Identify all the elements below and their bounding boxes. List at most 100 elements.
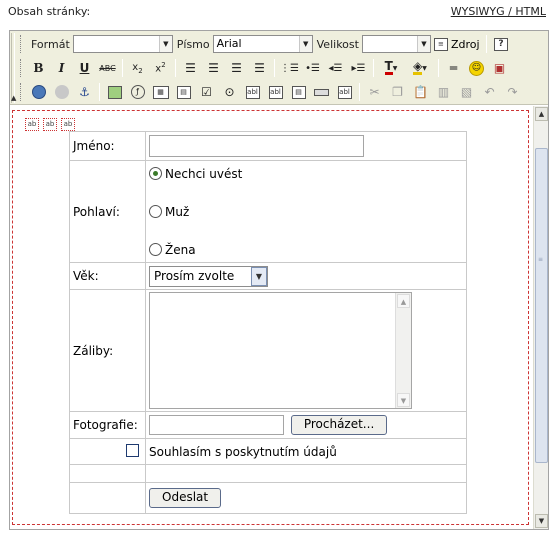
gender-option-male[interactable]: Muž	[149, 200, 463, 224]
outdent-icon: ◂☰	[328, 62, 343, 74]
undo-button[interactable]: ↶	[478, 81, 501, 103]
editor-vertical-scrollbar[interactable]: ▲ ≡ ▼	[533, 106, 548, 529]
justify-button[interactable]: ☰	[248, 57, 271, 79]
redo-button[interactable]: ↷	[501, 81, 524, 103]
text-color-icon: T	[384, 59, 393, 75]
editor-content-area[interactable]: ab ab ab Jméno: Pohlaví: Nechci uvést Mu…	[10, 106, 533, 529]
radio-button[interactable]	[149, 205, 162, 218]
name-input[interactable]	[149, 135, 364, 157]
indent-button[interactable]: ▸☰	[347, 57, 370, 79]
age-select[interactable]: Prosím zvolte ▼	[149, 265, 268, 287]
bulleted-list-button[interactable]: •☰	[301, 57, 324, 79]
unlink-button[interactable]	[50, 81, 73, 103]
hobbies-textarea[interactable]: ▲ ▼	[149, 292, 412, 409]
textarea-scrollbar[interactable]: ▲ ▼	[395, 293, 411, 408]
form-button[interactable]: ▤	[172, 81, 195, 103]
font-combo[interactable]: Arial ▼	[212, 35, 313, 53]
anchor-button[interactable]: ⚓	[73, 81, 96, 103]
undo-icon: ↶	[484, 85, 495, 99]
scroll-down-icon[interactable]: ▼	[535, 514, 548, 528]
smiley-button[interactable]: ☺	[465, 57, 488, 79]
wysiwyg-html-toggle-link[interactable]: WYSIWYG / HTML	[451, 5, 546, 18]
radio-field-button[interactable]: ⊙	[218, 81, 241, 103]
flash-icon: ƒ	[130, 85, 145, 99]
strikethrough-button[interactable]: ABC	[96, 57, 119, 79]
radio-button[interactable]	[149, 167, 162, 180]
scrollbar-grip-icon: ≡	[538, 256, 544, 263]
browse-button[interactable]: Procházet...	[290, 415, 388, 435]
bold-button[interactable]: B	[27, 57, 50, 79]
source-button[interactable]: ≡ Zdroj	[431, 33, 483, 55]
align-right-button[interactable]: ☰	[225, 57, 248, 79]
table-icon: ▦	[152, 85, 169, 99]
format-combo[interactable]: ▼	[72, 35, 173, 53]
numbered-list-button[interactable]: ⋮☰	[278, 57, 301, 79]
radio-button[interactable]	[149, 243, 162, 256]
subscript-button[interactable]: x2	[126, 57, 149, 79]
image-button[interactable]	[103, 81, 126, 103]
hidden-field-marker[interactable]: ab	[43, 118, 57, 131]
age-label: Věk:	[69, 262, 146, 290]
special-char-button[interactable]: ▣	[488, 57, 511, 79]
align-center-button[interactable]: ☰	[202, 57, 225, 79]
select-field-button[interactable]: ▤	[287, 81, 310, 103]
consent-checkbox[interactable]	[126, 443, 139, 457]
toolbar-separator	[373, 59, 374, 77]
cut-button[interactable]: ✂	[363, 81, 386, 103]
scroll-down-icon[interactable]: ▼	[397, 393, 410, 407]
superscript-button[interactable]: x2	[149, 57, 172, 79]
outdent-button[interactable]: ◂☰	[324, 57, 347, 79]
table-cell	[145, 464, 467, 483]
font-label: Písmo	[176, 37, 210, 51]
paste-word-button[interactable]: ▧	[455, 81, 478, 103]
table-button[interactable]: ▦	[149, 81, 172, 103]
hobbies-label: Záliby:	[69, 289, 146, 412]
help-icon: ?	[494, 37, 509, 51]
flash-button[interactable]: ƒ	[126, 81, 149, 103]
table-row: Fotografie: Procházet...	[69, 411, 467, 439]
textfield-button[interactable]: abl	[241, 81, 264, 103]
scroll-up-icon[interactable]: ▲	[397, 294, 410, 308]
checkbox-field-button[interactable]: ☑	[195, 81, 218, 103]
submit-button[interactable]: Odeslat	[149, 488, 222, 508]
size-label: Velikost	[316, 37, 359, 51]
align-left-button[interactable]: ☰	[179, 57, 202, 79]
radio-label: Nechci uvést	[165, 166, 243, 181]
form-icon: ▤	[176, 85, 191, 99]
source-icon: ≡	[433, 37, 448, 51]
photo-file-input[interactable]	[149, 415, 284, 435]
align-center-icon: ☰	[208, 61, 219, 75]
consent-label: Souhlasím s poskytnutím údajů	[145, 438, 467, 465]
italic-button[interactable]: I	[50, 57, 73, 79]
paste-text-button[interactable]: ▥	[432, 81, 455, 103]
table-row: Pohlaví: Nechci uvést Muž Žena	[69, 160, 467, 263]
button-field-button[interactable]	[310, 81, 333, 103]
hidden-field-marker[interactable]: ab	[25, 118, 39, 131]
help-button[interactable]: ?	[490, 33, 513, 55]
textfield-icon: abl	[245, 85, 260, 99]
unlink-icon	[54, 85, 69, 99]
redo-icon: ↷	[507, 85, 518, 99]
paste-button[interactable]: 📋	[409, 81, 432, 103]
editor-toolbar: ▲ Formát ▼ Písmo Arial ▼ Velikost ▼ ≡ Zd…	[10, 31, 548, 105]
paste-word-icon: ▧	[460, 85, 473, 99]
textarea-button[interactable]: abl	[264, 81, 287, 103]
toolbar-separator	[122, 59, 123, 77]
toolbar-row-1: Formát ▼ Písmo Arial ▼ Velikost ▼ ≡ Zdro…	[20, 32, 513, 56]
background-color-button[interactable]: ◈ ▼	[405, 57, 435, 79]
scrollbar-thumb[interactable]	[535, 148, 548, 463]
text-color-button[interactable]: T ▼	[377, 57, 405, 79]
underline-button[interactable]: U	[73, 57, 96, 79]
size-combo[interactable]: ▼	[361, 35, 431, 53]
gender-option-female[interactable]: Žena	[149, 238, 463, 262]
form-table: Jméno: Pohlaví: Nechci uvést Muž Žena Vě…	[69, 131, 467, 514]
hidden-field-marker[interactable]: ab	[61, 118, 75, 131]
hidden-field-button[interactable]: abl	[333, 81, 356, 103]
gender-option-none[interactable]: Nechci uvést	[149, 162, 463, 186]
copy-button[interactable]: ❐	[386, 81, 409, 103]
scroll-up-icon[interactable]: ▲	[535, 107, 548, 121]
toolbar-collapse-icon[interactable]: ▲	[11, 94, 19, 102]
horizontal-rule-button[interactable]: ═	[442, 57, 465, 79]
link-button[interactable]	[27, 81, 50, 103]
subscript-icon: x2	[132, 61, 143, 75]
